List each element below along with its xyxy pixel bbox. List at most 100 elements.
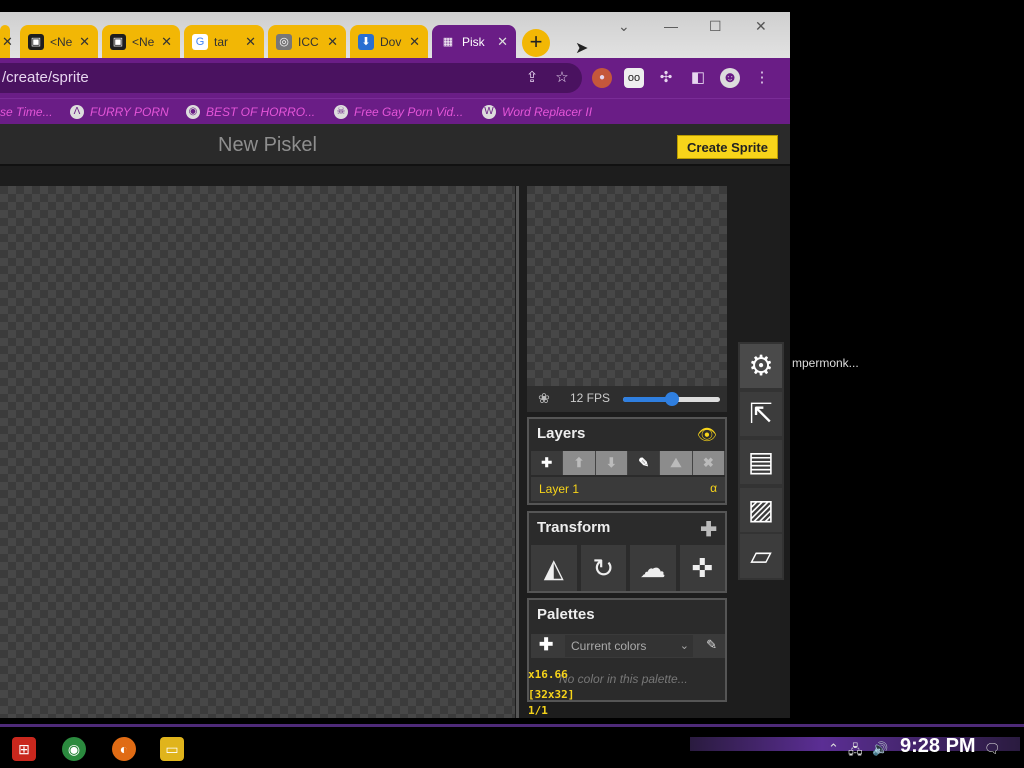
transform-toolbar: ◭ ↻ ☁ ✜ (531, 545, 725, 591)
new-tab-button[interactable]: + (522, 29, 550, 57)
tab-strip: ✕ ▣ <Ne ✕ ▣ <Ne ✕ G tar ✕ ◎ ICC ✕ ⬇ Dov … (0, 12, 790, 59)
tab-2[interactable]: ▣ <Ne ✕ (102, 25, 180, 59)
bookmark-item[interactable]: ☠ Free Gay Porn Vid... (334, 103, 463, 121)
expand-transform-icon[interactable]: ✚ (700, 517, 717, 542)
close-window-icon[interactable]: ✕ (755, 18, 767, 35)
palettes-panel: Palettes ✚ Current colors ⌄ ✎ No color i… (527, 598, 727, 702)
merge-layer-icon[interactable]: ⛰ (660, 451, 693, 475)
bookmark-label: FURRY PORN (90, 105, 169, 119)
profile-icon[interactable]: ☻ (720, 68, 740, 88)
address-bar[interactable]: /create/sprite (0, 63, 582, 93)
resize-icon[interactable]: ⇱ (740, 392, 782, 436)
close-icon[interactable]: ✕ (409, 34, 420, 50)
bookmark-label: Free Gay Porn Vid... (354, 105, 464, 119)
cursor-icon: ➤ (575, 40, 589, 57)
palettes-title: Palettes (537, 606, 595, 623)
move-layer-up-icon[interactable]: ⬆ (563, 451, 596, 475)
align-center-icon[interactable]: ✜ (679, 545, 725, 591)
settings-toolbar: ⚙ ⇱ ▤ ▨ ▱ (738, 342, 784, 580)
firefox-icon[interactable]: ◐ (112, 737, 136, 761)
tab-piskel[interactable]: ▦ Pisk ✕ (432, 25, 516, 59)
share-icon[interactable]: ⇪ (522, 68, 542, 88)
tab-partial[interactable]: ✕ (0, 25, 13, 59)
close-icon[interactable]: ✕ (79, 34, 90, 50)
clone-sheep-icon[interactable]: ☁ (630, 545, 676, 591)
bookmark-label: se Time... (0, 105, 53, 119)
close-icon[interactable]: ✕ (2, 34, 13, 50)
rename-layer-icon[interactable]: ✎ (627, 451, 661, 475)
network-icon[interactable]: 🖧 (848, 741, 863, 763)
save-icon[interactable]: ▤ (740, 440, 782, 484)
close-icon[interactable]: ✕ (327, 34, 338, 50)
fps-label: 12 FPS (570, 391, 611, 405)
chevron-up-icon[interactable]: ⌃ (828, 741, 839, 757)
chrome-icon[interactable]: ◉ (62, 737, 86, 761)
minimize-icon[interactable]: — (664, 18, 678, 34)
add-palette-icon[interactable]: ✚ (539, 635, 553, 655)
tab-title: <Ne (50, 35, 73, 49)
browser-window: ✕ ▣ <Ne ✕ ▣ <Ne ✕ G tar ✕ ◎ ICC ✕ ⬇ Dov … (0, 12, 790, 718)
bookmark-item[interactable]: Λ FURRY PORN (70, 103, 169, 121)
clock[interactable]: 9:28 PM (900, 735, 976, 758)
close-icon[interactable]: ✕ (161, 34, 172, 50)
file-explorer-icon[interactable]: ▭ (160, 737, 184, 761)
extension-avatar-icon[interactable]: ● (592, 68, 612, 88)
tab-5[interactable]: ⬇ Dov ✕ (350, 25, 428, 59)
close-icon[interactable]: ✕ (497, 34, 508, 50)
delete-layer-icon[interactable]: ✖ (692, 451, 725, 475)
bookmark-item[interactable]: W Word Replacer II (482, 103, 592, 121)
layer-opacity-button[interactable]: α (710, 481, 717, 495)
canvas-size: [32x32] (528, 688, 575, 701)
maximize-icon[interactable]: ☐ (709, 18, 722, 35)
drawing-canvas[interactable] (0, 186, 515, 718)
animation-preview[interactable] (527, 186, 727, 386)
tab-title: ICC (298, 35, 319, 49)
create-sprite-button[interactable]: Create Sprite (677, 135, 778, 159)
bookmark-label: BEST OF HORRO... (206, 105, 316, 119)
fps-slider-thumb[interactable] (664, 392, 679, 406)
tab-title: Dov (380, 35, 402, 49)
layers-panel: Layers 👁 ✚ ⬆ ⬇ ✎ ⛰ ✖ Layer 1 α (527, 417, 727, 505)
gear-icon[interactable]: ⚙ (740, 344, 782, 388)
menu-kebab-icon[interactable]: ⋮ (752, 68, 772, 88)
rotate-icon[interactable]: ↻ (580, 545, 626, 591)
desktop: ✕ ▣ <Ne ✕ ▣ <Ne ✕ G tar ✕ ◎ ICC ✕ ⬇ Dov … (0, 0, 1024, 768)
notification-icon[interactable]: 🗨 (984, 741, 1001, 757)
bookmark-favicon-icon: ◉ (186, 105, 200, 119)
download-icon: ⬇ (358, 34, 374, 50)
onion-skin-icon[interactable]: ❀ (535, 390, 553, 408)
open-folder-icon[interactable]: ▱ (740, 534, 782, 578)
transform-panel: Transform ✚ ◭ ↻ ☁ ✜ (527, 511, 727, 593)
transform-title: Transform (537, 519, 611, 536)
app-header: New Piskel Create Sprite (0, 124, 790, 166)
close-icon[interactable]: ✕ (245, 34, 256, 50)
edit-palette-icon[interactable]: ✎ (706, 637, 717, 653)
piskel-title[interactable]: New Piskel (218, 134, 317, 157)
bookmark-item[interactable]: se Time... (0, 103, 53, 121)
palette-selected: Current colors (571, 639, 647, 653)
tampermonkey-icon[interactable]: oo (624, 68, 644, 88)
tab-favicon-icon: ▣ (28, 34, 44, 50)
move-layer-down-icon[interactable]: ⬇ (595, 451, 628, 475)
volume-icon[interactable]: 🔊 (872, 741, 888, 757)
canvas-divider[interactable] (516, 186, 519, 718)
tab-4[interactable]: ◎ ICC ✕ (268, 25, 346, 59)
flip-icon[interactable]: ◭ (531, 545, 577, 591)
eye-icon[interactable]: 👁 (697, 425, 717, 445)
palette-select[interactable]: Current colors ⌄ (565, 635, 693, 657)
tab-favicon-icon: ▣ (110, 34, 126, 50)
extensions-puzzle-icon[interactable]: ✣ (656, 68, 676, 88)
google-icon: G (192, 34, 208, 50)
side-panel-icon[interactable]: ◧ (688, 68, 708, 88)
taskbar: ⊞ ◉ ◐ ▭ ⌃ 🖧 🔊 9:28 PM 🗨 (0, 724, 1024, 768)
bookmark-favicon-icon: Λ (70, 105, 84, 119)
tab-1[interactable]: ▣ <Ne ✕ (20, 25, 98, 59)
export-image-icon[interactable]: ▨ (740, 488, 782, 532)
add-layer-button[interactable]: ✚ (531, 451, 564, 475)
start-icon[interactable]: ⊞ (12, 737, 36, 761)
bookmark-item[interactable]: ◉ BEST OF HORRO... (186, 103, 315, 121)
bookmark-star-icon[interactable]: ☆ (552, 68, 572, 88)
tab-search-icon[interactable]: ⌄ (618, 18, 630, 35)
tab-3[interactable]: G tar ✕ (184, 25, 264, 59)
layer-item[interactable]: Layer 1 α (531, 477, 725, 501)
